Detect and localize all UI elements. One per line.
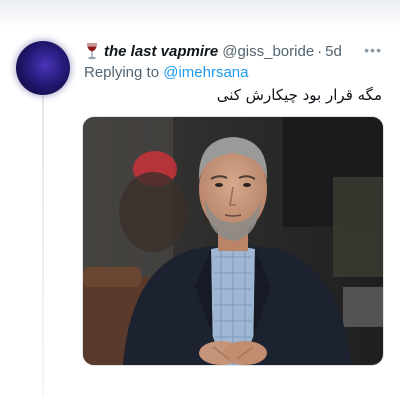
- tweet-media-image[interactable]: [82, 116, 384, 366]
- top-fade: [0, 0, 400, 28]
- avatar[interactable]: [16, 41, 70, 95]
- wine-glass-icon: [84, 42, 100, 60]
- author-handle[interactable]: @giss_boride: [222, 43, 314, 60]
- tweet-timestamp[interactable]: 5d: [325, 43, 342, 60]
- separator-dot: ·: [317, 42, 323, 60]
- photo-man-in-suit: [83, 117, 383, 365]
- more-options-icon[interactable]: •••: [364, 42, 382, 58]
- replying-handle-link[interactable]: @imehrsana: [163, 64, 248, 81]
- author-display-name[interactable]: the last vapmire: [104, 43, 218, 60]
- replying-prefix: Replying to: [84, 64, 160, 81]
- replying-to: Replying to @imehrsana: [84, 64, 248, 81]
- tweet-text: مگه قرار بود چیکارش کنی: [216, 86, 382, 104]
- thread-line: [42, 96, 44, 396]
- tweet-header: the last vapmire @giss_boride · 5d •••: [84, 41, 382, 61]
